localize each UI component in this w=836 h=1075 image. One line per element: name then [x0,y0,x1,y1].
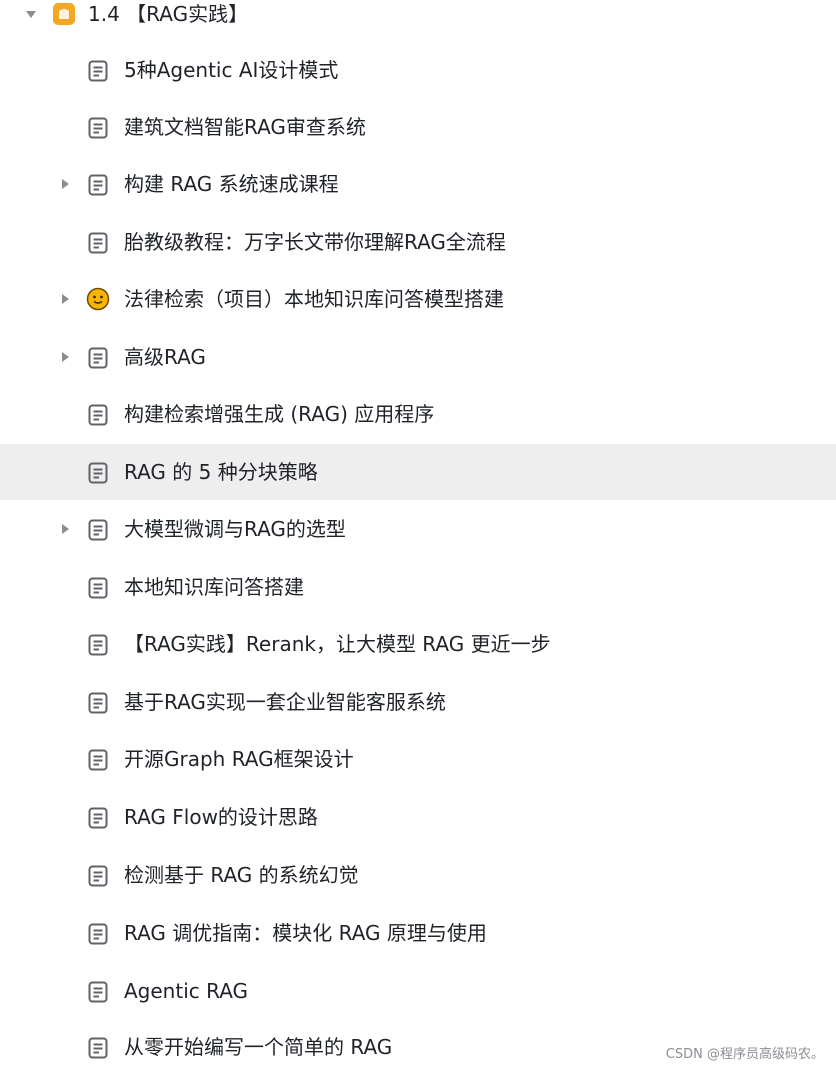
list-item[interactable]: 胎教级教程：万字长文带你理解RAG全流程 [0,214,836,270]
list-item[interactable]: RAG 调优指南：模块化 RAG 原理与使用 [0,905,836,961]
list-item[interactable]: 构建 RAG 系统速成课程 [0,156,836,212]
list-item-label: 从零开始编写一个简单的 RAG [124,1035,393,1059]
list-item[interactable]: 法律检索（项目）本地知识库问答模型搭建 [0,271,836,327]
doc-tree: 1.4 【RAG实践】 5种Agentic AI设计模式 建筑文档智能RAG审查… [0,0,836,1072]
list-item[interactable]: 基于RAG实现一套企业智能客服系统 [0,674,836,730]
document-icon [88,117,108,143]
list-item-label: 法律检索（项目）本地知识库问答模型搭建 [124,287,504,311]
document-icon [88,519,108,545]
document-icon [88,174,108,200]
document-icon [88,981,108,1007]
section-title: 1.4 【RAG实践】 [88,2,249,26]
list-item-label: 开源Graph RAG框架设计 [124,747,354,771]
document-icon [88,634,108,660]
list-item-label: 大模型微调与RAG的选型 [124,517,346,541]
list-item[interactable]: 本地知识库问答搭建 [0,559,836,615]
section-header[interactable]: 1.4 【RAG实践】 [0,0,836,42]
document-icon [88,232,108,258]
list-item-label: 建筑文档智能RAG审查系统 [124,115,366,139]
document-icon [88,865,108,891]
chevron-down-icon[interactable] [26,11,36,18]
list-item-highlighted[interactable]: RAG 的 5 种分块策略 [0,444,836,500]
list-item[interactable]: 检测基于 RAG 的系统幻觉 [0,847,836,903]
list-item[interactable]: 5种Agentic AI设计模式 [0,42,836,98]
list-item[interactable]: 大模型微调与RAG的选型 [0,501,836,557]
list-item-label: 构建 RAG 系统速成课程 [124,172,339,196]
smiley-icon [86,287,110,315]
chevron-right-icon[interactable] [62,179,69,189]
list-item-label: 检测基于 RAG 的系统幻觉 [124,863,359,887]
chevron-right-icon[interactable] [62,524,69,534]
chevron-right-icon[interactable] [62,294,69,304]
document-icon [88,692,108,718]
list-item-label: 【RAG实践】Rerank，让大模型 RAG 更近一步 [124,632,551,656]
document-icon [88,807,108,833]
list-item-label: 基于RAG实现一套企业智能客服系统 [124,690,446,714]
csdn-credit: CSDN @程序员高级码农。 [665,1047,824,1062]
chevron-right-icon[interactable] [62,352,69,362]
document-icon [88,749,108,775]
list-item[interactable]: RAG Flow的设计思路 [0,789,836,845]
list-item[interactable]: 高级RAG [0,329,836,385]
list-item[interactable]: Agentic RAG [0,963,836,1019]
document-icon [88,60,108,86]
list-item-label: Agentic RAG [124,979,249,1003]
list-item[interactable]: 建筑文档智能RAG审查系统 [0,99,836,155]
folder-icon [52,2,76,30]
document-icon [88,404,108,430]
list-item-label: 高级RAG [124,345,206,369]
document-icon [88,462,108,488]
list-item-label: 构建检索增强生成 (RAG) 应用程序 [124,402,435,426]
list-item-label: RAG 调优指南：模块化 RAG 原理与使用 [124,921,487,945]
list-item[interactable]: 开源Graph RAG框架设计 [0,731,836,787]
list-item-label: 本地知识库问答搭建 [124,575,304,599]
list-item-label: 胎教级教程：万字长文带你理解RAG全流程 [124,230,506,254]
document-icon [88,577,108,603]
list-item-label: RAG Flow的设计思路 [124,805,318,829]
document-icon [88,1037,108,1063]
list-item[interactable]: 【RAG实践】Rerank，让大模型 RAG 更近一步 [0,616,836,672]
list-item-label: 5种Agentic AI设计模式 [124,58,339,82]
document-icon [88,347,108,373]
list-item[interactable]: 构建检索增强生成 (RAG) 应用程序 [0,386,836,442]
document-icon [88,923,108,949]
list-item-label: RAG 的 5 种分块策略 [124,460,318,484]
